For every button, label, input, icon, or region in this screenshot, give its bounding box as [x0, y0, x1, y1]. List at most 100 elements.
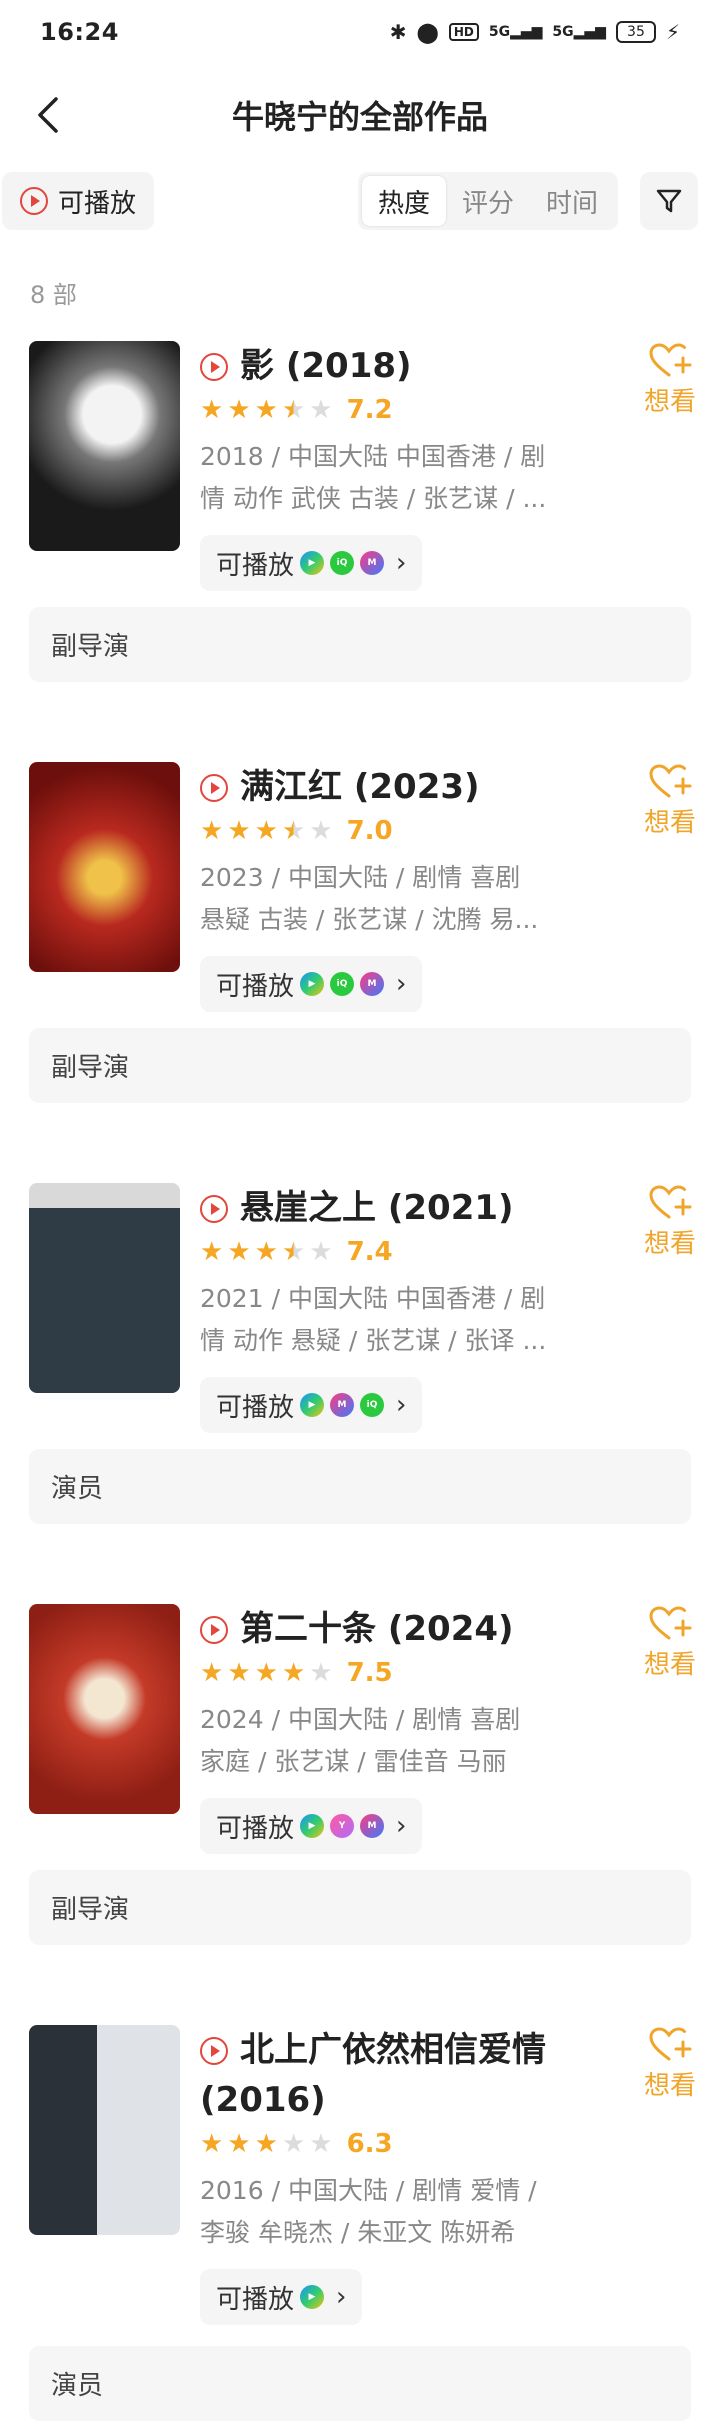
movie-meta-line1: 2023 / 中国大陆 / 剧情 喜剧	[200, 863, 521, 892]
rating-row: ★ ★ ★ ★ ★ 7.4	[200, 1237, 393, 1267]
playable-filter-button[interactable]: 可播放	[2, 172, 155, 230]
chevron-right-icon: ›	[336, 2282, 347, 2312]
star-icon: ★	[200, 1658, 224, 1688]
star-icon: ★	[281, 1658, 306, 1688]
star-icon: ★	[227, 2129, 251, 2159]
movie-title[interactable]: 第二十条 (2024)	[200, 1604, 620, 1654]
rating-row: ★ ★ ★ ★ ★ 6.3	[200, 2129, 393, 2159]
hd-icon: HD	[448, 23, 479, 41]
want-to-watch-button[interactable]: 想看	[625, 2025, 715, 2102]
heart-plus-icon	[649, 2027, 692, 2061]
movie-poster[interactable]	[29, 1183, 180, 1393]
movie-card[interactable]: 影 (2018) ★ ★ ★ ★ ★ 7.2 2018 / 中国大陆 中国香港 / 剧 …	[0, 341, 720, 721]
rating-row: ★ ★ ★ ★ ★ 7.5	[200, 1658, 393, 1688]
iqiyi-icon: iQ	[360, 1393, 385, 1417]
back-arrow-icon	[38, 97, 58, 133]
movie-card[interactable]: 北上广依然相信爱情 (2016) ★ ★ ★ ★ ★ 6.3 2016 / 中国大陆 /…	[0, 2025, 720, 2426]
movie-title-text: 影 (2018)	[240, 346, 412, 386]
empty-star-icon: ★	[309, 816, 333, 846]
movie-card[interactable]: 第二十条 (2024) ★ ★ ★ ★ ★ 7.5 2024 / 中国大陆 / 剧情 喜…	[0, 1604, 720, 1984]
star-icon: ★	[254, 1658, 278, 1688]
want-to-watch-button[interactable]: 想看	[625, 762, 715, 839]
movie-title[interactable]: 悬崖之上 (2021)	[200, 1183, 620, 1233]
role-label: 演员	[29, 2346, 691, 2421]
role-label: 副导演	[29, 1870, 691, 1945]
playable-platforms-chip[interactable]: 可播放 ▶ iQ M ›	[200, 956, 423, 1012]
playable-platforms-chip[interactable]: 可播放 ▶ iQ M ›	[200, 535, 423, 591]
want-to-watch-button[interactable]: 想看	[625, 341, 715, 418]
nav-bar: 牛晓宁的全部作品	[0, 75, 720, 155]
movie-title-text: 第二十条 (2024)	[240, 1609, 514, 1649]
want-label: 想看	[643, 1229, 696, 1259]
play-circle-icon	[200, 1195, 228, 1223]
movie-title-text: 悬崖之上 (2021)	[240, 1188, 514, 1228]
tencent-video-icon: ▶	[300, 972, 325, 996]
chevron-right-icon: ›	[396, 1811, 407, 1841]
movie-title[interactable]: 北上广依然相信爱情 (2016)	[200, 2025, 620, 2125]
movie-poster[interactable]	[29, 1604, 180, 1814]
rating-score: 6.3	[346, 2129, 393, 2159]
play-circle-icon	[20, 187, 48, 215]
movie-meta-line2: 家庭 / 张艺谋 / 雷佳音 马丽	[200, 1747, 507, 1776]
filter-funnel-icon	[656, 189, 682, 213]
movie-poster[interactable]	[29, 762, 180, 972]
page-title: 牛晓宁的全部作品	[231, 98, 488, 136]
mgtv-icon: M	[360, 1814, 385, 1838]
empty-star-icon: ★	[309, 1658, 333, 1688]
chip-label: 可播放	[216, 2284, 295, 2315]
movie-title-text: 满江红 (2023)	[240, 767, 480, 807]
mgtv-icon: M	[360, 972, 385, 996]
tab-time[interactable]: 时间	[530, 176, 614, 226]
want-label: 想看	[643, 387, 696, 417]
want-to-watch-button[interactable]: 想看	[625, 1183, 715, 1260]
signal-icon-2: 5G▂▄▆	[552, 24, 606, 40]
location-icon: ⬤	[416, 20, 439, 44]
chevron-right-icon: ›	[396, 969, 407, 999]
role-label: 演员	[29, 1449, 691, 1524]
filter-button[interactable]	[640, 172, 698, 230]
star-icon: ★	[200, 395, 224, 425]
play-circle-icon	[200, 774, 228, 802]
chevron-right-icon: ›	[396, 548, 407, 578]
rating-score: 7.5	[346, 1658, 393, 1688]
tencent-video-icon: ▶	[300, 2285, 325, 2309]
star-icon: ★	[254, 1237, 278, 1267]
star-icon: ★	[254, 2129, 278, 2159]
play-circle-icon	[200, 1616, 228, 1644]
empty-star-icon: ★	[309, 1237, 333, 1267]
playable-platforms-chip[interactable]: 可播放 ▶ M iQ ›	[200, 1377, 423, 1433]
want-to-watch-button[interactable]: 想看	[625, 1604, 715, 1681]
playable-platforms-chip[interactable]: 可播放 ▶ Y M ›	[200, 1798, 423, 1854]
chip-label: 可播放	[216, 971, 295, 1002]
movie-title[interactable]: 影 (2018)	[200, 341, 620, 391]
rating-row: ★ ★ ★ ★ ★ 7.0	[200, 816, 393, 846]
heart-plus-icon	[649, 764, 692, 798]
tab-popularity[interactable]: 热度	[362, 176, 447, 226]
toolbar: 可播放 热度 评分 时间	[0, 172, 720, 234]
half-star-icon: ★	[281, 816, 306, 846]
half-star-icon: ★	[281, 395, 306, 425]
movie-poster[interactable]	[29, 2025, 180, 2235]
want-label: 想看	[643, 808, 696, 838]
back-button[interactable]	[20, 87, 76, 143]
star-icon: ★	[227, 1658, 251, 1688]
empty-star-icon: ★	[309, 2129, 333, 2159]
rating-score: 7.0	[346, 816, 393, 846]
playable-filter-label: 可播放	[58, 188, 137, 219]
iqiyi-icon: iQ	[330, 551, 355, 575]
sort-tabs: 热度 评分 时间	[358, 172, 619, 230]
movie-title[interactable]: 满江红 (2023)	[200, 762, 620, 812]
movie-card[interactable]: 满江红 (2023) ★ ★ ★ ★ ★ 7.0 2023 / 中国大陆 / 剧情 喜剧…	[0, 762, 720, 1142]
mgtv-icon: M	[360, 551, 385, 575]
empty-star-icon: ★	[281, 2129, 306, 2159]
tab-rating[interactable]: 评分	[446, 176, 530, 226]
status-icons: ✱ ⬤ HD 5G▂▄▆ 5G▂▄▆ 35 ⚡	[390, 20, 680, 44]
star-icon: ★	[227, 395, 251, 425]
movie-card[interactable]: 悬崖之上 (2021) ★ ★ ★ ★ ★ 7.4 2021 / 中国大陆 中国香港 /…	[0, 1183, 720, 1563]
movie-poster[interactable]	[29, 341, 180, 551]
works-count: 8 部	[30, 281, 77, 309]
youku-icon: Y	[330, 1814, 355, 1838]
movie-meta-line1: 2024 / 中国大陆 / 剧情 喜剧	[200, 1705, 521, 1734]
tencent-video-icon: ▶	[300, 1814, 325, 1838]
playable-platforms-chip[interactable]: 可播放 ▶ ›	[200, 2269, 363, 2325]
